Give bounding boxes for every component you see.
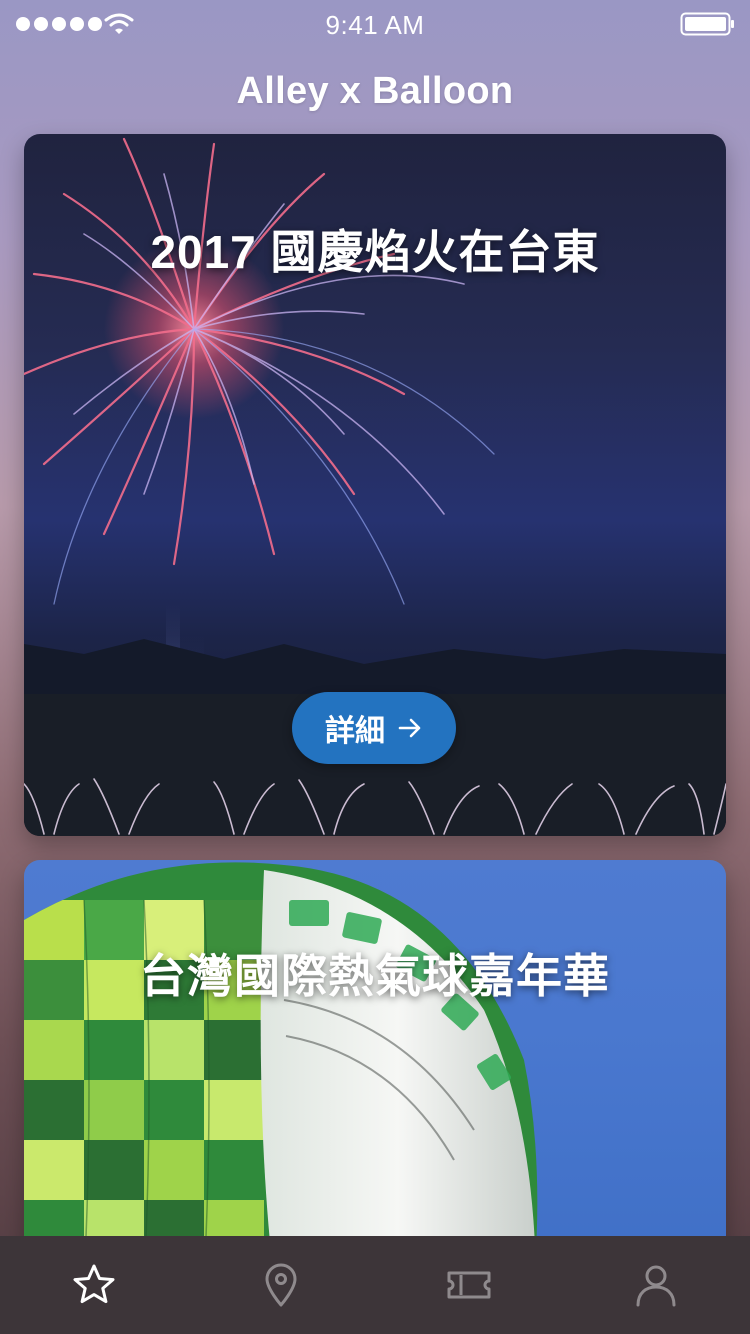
status-bar: 9:41 AM xyxy=(0,0,750,48)
tab-profile[interactable] xyxy=(616,1245,696,1325)
card-title: 台灣國際熱氣球嘉年華 xyxy=(140,950,610,1002)
arrow-right-icon xyxy=(398,718,421,738)
tab-tickets[interactable] xyxy=(429,1245,509,1325)
card-title: 2017 國慶焰火在台東 xyxy=(150,226,600,278)
tab-bar xyxy=(0,1236,750,1334)
tab-favorites[interactable] xyxy=(54,1245,134,1325)
map-pin-icon xyxy=(265,1263,297,1307)
status-time: 9:41 AM xyxy=(325,10,425,40)
details-button[interactable]: 詳細 xyxy=(292,692,456,764)
battery-icon xyxy=(680,12,734,36)
app-title: Alley x Balloon xyxy=(236,70,514,112)
hot-air-balloon-photo xyxy=(24,862,538,1280)
user-icon xyxy=(636,1265,676,1307)
details-button-label: 詳細 xyxy=(325,715,385,748)
ticket-icon xyxy=(447,1271,491,1299)
event-card-balloon[interactable]: 台灣國際熱氣球嘉年華 xyxy=(24,860,726,1280)
tab-map[interactable] xyxy=(241,1245,321,1325)
event-card-fireworks[interactable]: 2017 國慶焰火在台東 詳細 xyxy=(24,134,726,836)
star-icon xyxy=(73,1264,115,1304)
